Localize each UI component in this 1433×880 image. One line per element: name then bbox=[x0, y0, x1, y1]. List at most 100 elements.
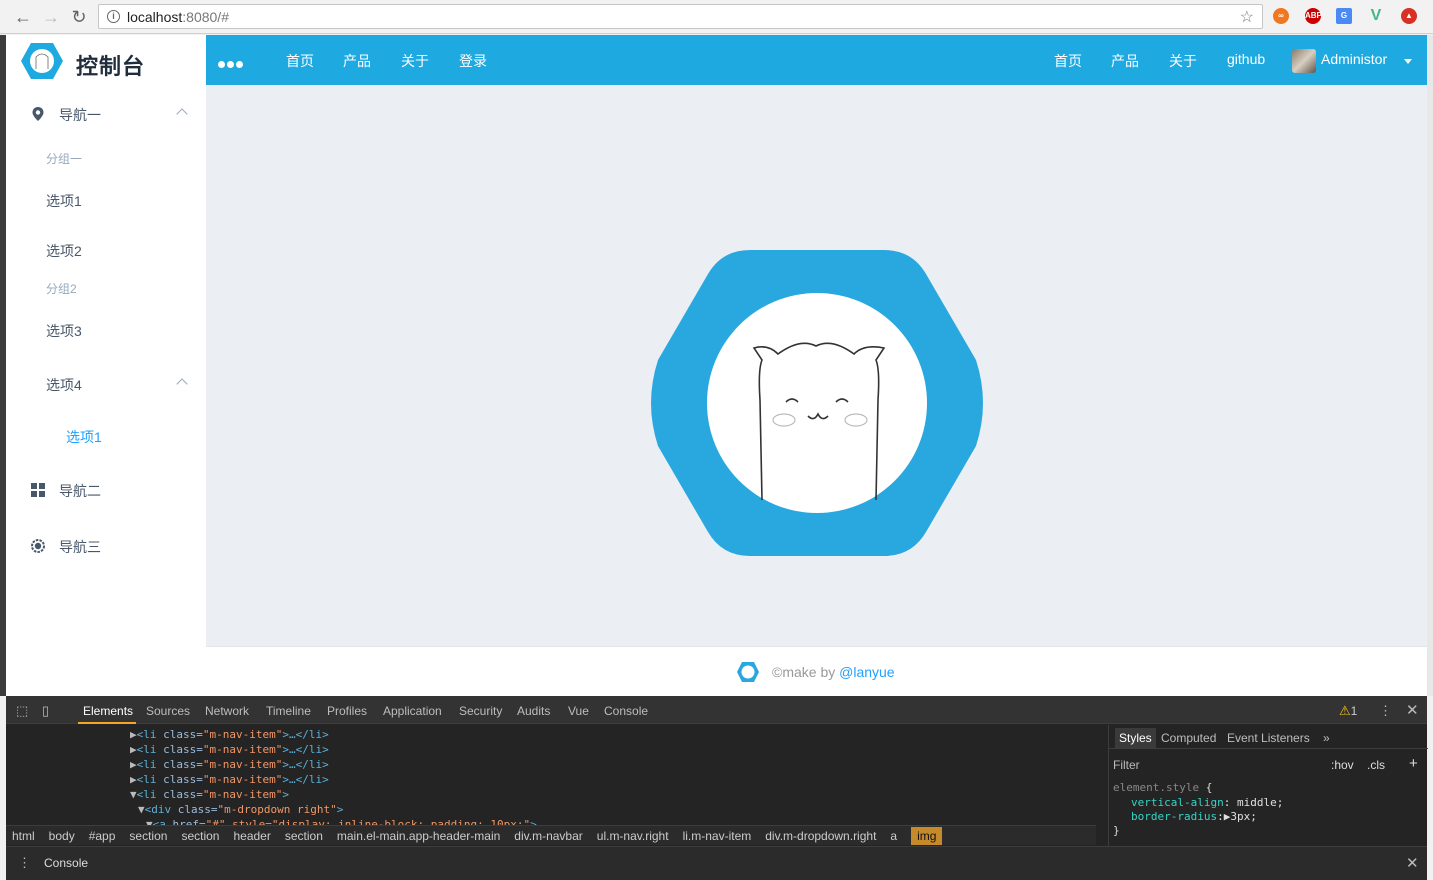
chevron-up-icon bbox=[176, 108, 188, 120]
warning-icon[interactable]: ⚠1 bbox=[1339, 703, 1357, 719]
nav-right-products[interactable]: 产品 bbox=[1111, 51, 1139, 71]
menu-option-1[interactable]: 选项1 bbox=[6, 180, 206, 220]
styles-pane: Styles Computed Event Listeners » Filter… bbox=[1108, 725, 1428, 846]
nav-products[interactable]: 产品 bbox=[343, 51, 371, 71]
menu-nav-two[interactable]: 导航二 bbox=[6, 470, 206, 510]
active-tab-indicator bbox=[78, 722, 136, 724]
tab-sources[interactable]: Sources bbox=[146, 704, 190, 718]
breadcrumb-item[interactable]: section bbox=[129, 829, 167, 843]
close-drawer-icon[interactable]: ✕ bbox=[1406, 854, 1419, 872]
breadcrumb-item[interactable]: section bbox=[181, 829, 219, 843]
window-scrollbar[interactable] bbox=[1427, 35, 1433, 696]
caret-down-icon[interactable] bbox=[1404, 59, 1412, 64]
menu-option-2[interactable]: 选项2 bbox=[6, 230, 206, 270]
gear-icon bbox=[31, 539, 45, 553]
console-drawer-tab[interactable]: Console bbox=[44, 856, 88, 870]
breadcrumb-item[interactable]: main.el-main.app-header-main bbox=[337, 829, 500, 843]
browser-toolbar: ← → ↻ i localhost:8080/# ☆ ∞ ABP G V ▲ bbox=[0, 0, 1433, 34]
tab-elements[interactable]: Elements bbox=[83, 704, 133, 718]
extension-icon[interactable]: ∞ bbox=[1273, 8, 1289, 24]
breadcrumb-item[interactable]: body bbox=[49, 829, 75, 843]
dom-node[interactable]: ▶<li class="m-nav-item">…</li> bbox=[130, 758, 329, 771]
author-link[interactable]: @lanyue bbox=[839, 664, 894, 680]
vue-devtools-icon[interactable]: V bbox=[1368, 8, 1384, 24]
dom-node[interactable]: ▶<li class="m-nav-item">…</li> bbox=[130, 743, 329, 756]
avatar[interactable] bbox=[1292, 49, 1316, 73]
breadcrumb-item[interactable]: ul.m-nav.right bbox=[597, 829, 669, 843]
tab-audits[interactable]: Audits bbox=[517, 704, 550, 718]
breadcrumb-item[interactable]: img bbox=[911, 827, 943, 845]
main-content bbox=[206, 85, 1427, 646]
tab-application[interactable]: Application bbox=[383, 704, 442, 718]
styles-filter-input[interactable]: Filter bbox=[1113, 758, 1140, 772]
location-pin-icon bbox=[32, 107, 44, 121]
footer-logo-icon bbox=[737, 662, 759, 682]
device-toolbar-icon[interactable]: ▯ bbox=[42, 703, 49, 719]
style-prop[interactable]: vertical-align: middle; bbox=[1131, 796, 1283, 809]
extension-up-icon[interactable]: ▲ bbox=[1401, 8, 1417, 24]
menu-nav-one[interactable]: 导航一 bbox=[6, 94, 206, 134]
breadcrumb-item[interactable]: a bbox=[890, 829, 897, 843]
dom-node[interactable]: ▶<li class="m-nav-item">…</li> bbox=[130, 773, 329, 786]
cls-toggle[interactable]: .cls bbox=[1367, 758, 1385, 772]
footer-prefix: ©make by bbox=[772, 664, 840, 680]
breadcrumb-item[interactable]: li.m-nav-item bbox=[683, 829, 752, 843]
menu-nav-one-label: 导航一 bbox=[59, 107, 101, 123]
tab-network[interactable]: Network bbox=[205, 704, 249, 718]
reload-icon[interactable]: ↻ bbox=[68, 6, 90, 28]
tab-timeline[interactable]: Timeline bbox=[266, 704, 311, 718]
submenu-option-4[interactable]: 选项4 bbox=[6, 364, 206, 404]
bookmark-star-icon[interactable]: ☆ bbox=[1240, 7, 1254, 27]
tab-console[interactable]: Console bbox=[604, 704, 648, 718]
breadcrumb-item[interactable]: header bbox=[233, 829, 270, 843]
forward-icon[interactable]: → bbox=[40, 6, 62, 28]
more-options-icon[interactable]: ⋮ bbox=[1379, 703, 1392, 719]
nav-login[interactable]: 登录 bbox=[459, 51, 487, 71]
user-dropdown[interactable]: Administor bbox=[1321, 51, 1387, 67]
tab-security[interactable]: Security bbox=[459, 704, 502, 718]
style-prop[interactable]: border-radius:▶3px; bbox=[1131, 810, 1257, 823]
address-bar[interactable]: i localhost:8080/# ☆ bbox=[98, 4, 1263, 29]
nav-right-about[interactable]: 关于 bbox=[1169, 51, 1197, 71]
nav-github[interactable]: github bbox=[1227, 51, 1265, 67]
adblock-icon[interactable]: ABP bbox=[1305, 8, 1322, 24]
console-drawer: ⋮ Console ✕ bbox=[6, 846, 1427, 880]
menu-nav-three[interactable]: 导航三 bbox=[6, 526, 206, 566]
add-rule-icon[interactable]: + bbox=[1409, 755, 1418, 772]
nav-home[interactable]: 首页 bbox=[286, 51, 314, 71]
breadcrumb-item[interactable]: div.m-dropdown.right bbox=[765, 829, 876, 843]
submenu-option-label: 选项1 bbox=[66, 429, 102, 445]
drawer-menu-icon[interactable]: ⋮ bbox=[18, 855, 31, 871]
breadcrumb-item[interactable]: div.m-navbar bbox=[514, 829, 582, 843]
submenu-option-active[interactable]: 选项1 bbox=[6, 416, 206, 456]
nav-right-home[interactable]: 首页 bbox=[1054, 51, 1082, 71]
tab-event-listeners[interactable]: Event Listeners bbox=[1227, 731, 1310, 745]
menu-nav-two-label: 导航二 bbox=[59, 483, 101, 499]
tab-profiles[interactable]: Profiles bbox=[327, 704, 367, 718]
close-icon[interactable]: ✕ bbox=[1406, 701, 1419, 719]
breadcrumb-item[interactable]: html bbox=[12, 829, 35, 843]
menu-option-3[interactable]: 选项3 bbox=[6, 310, 206, 350]
dom-node[interactable]: ▼<li class="m-nav-item"> bbox=[130, 788, 289, 801]
breadcrumb-item[interactable]: #app bbox=[89, 829, 116, 843]
breadcrumb-item[interactable]: section bbox=[285, 829, 323, 843]
translate-icon[interactable]: G bbox=[1336, 8, 1352, 24]
url-text: localhost:8080/# bbox=[127, 9, 229, 25]
more-dots-icon[interactable] bbox=[218, 55, 245, 73]
tab-vue[interactable]: Vue bbox=[568, 704, 589, 718]
tab-styles[interactable]: Styles bbox=[1115, 728, 1156, 748]
inspect-element-icon[interactable]: ⬚ bbox=[16, 703, 28, 719]
app-root: 控制台 导航一 分组一 选项1 选项2 分组2 选项3 选项4 选项1 导航二 … bbox=[6, 35, 1427, 696]
dom-node[interactable]: ▼<div class="m-dropdown right"> bbox=[138, 803, 343, 816]
nav-about[interactable]: 关于 bbox=[401, 51, 429, 71]
group-title-1: 分组一 bbox=[46, 152, 83, 166]
brand[interactable]: 控制台 bbox=[6, 35, 206, 85]
more-tabs-icon[interactable]: » bbox=[1323, 731, 1330, 745]
browser-window: ← → ↻ i localhost:8080/# ☆ ∞ ABP G V ▲ 控… bbox=[0, 0, 1433, 880]
back-icon[interactable]: ← bbox=[12, 6, 34, 28]
group-title-2: 分组2 bbox=[46, 282, 77, 296]
hov-toggle[interactable]: :hov bbox=[1331, 758, 1354, 772]
tab-computed[interactable]: Computed bbox=[1161, 731, 1216, 745]
dom-node[interactable]: ▶<li class="m-nav-item">…</li> bbox=[130, 728, 329, 741]
info-icon[interactable]: i bbox=[107, 10, 120, 23]
